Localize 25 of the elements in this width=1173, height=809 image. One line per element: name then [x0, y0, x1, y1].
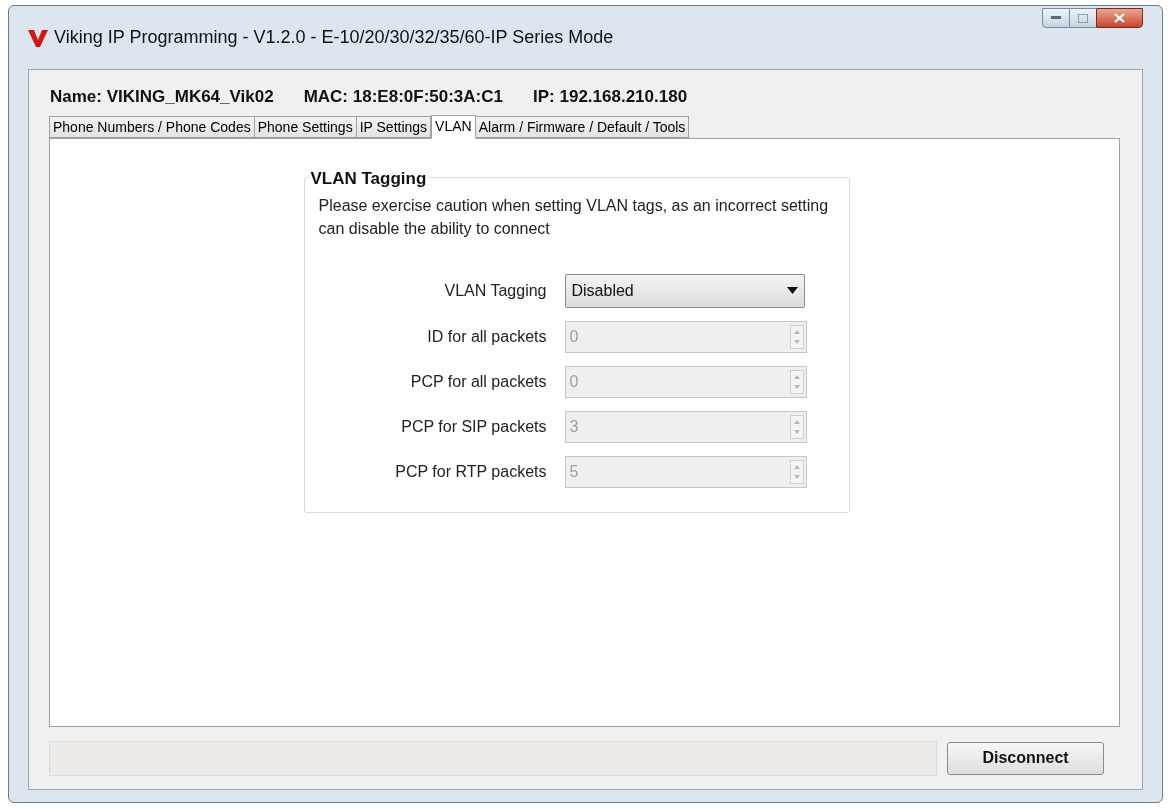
tab[interactable]: IP Settings — [355, 115, 432, 138]
device-info-text: MAC: 18:E8:0F:50:3A:C1 — [303, 86, 503, 108]
close-icon — [1114, 13, 1125, 23]
field-label: PCP for SIP packets — [400, 416, 547, 437]
tab[interactable]: Phone Numbers / Phone Codes — [49, 115, 255, 138]
field-label: ID for all packets — [426, 326, 547, 347]
disconnect-button[interactable]: Disconnect — [947, 741, 1104, 775]
device-info-text: Name: VIKING_MK64_Vik02 — [50, 86, 274, 108]
vlan-tagging-dropdown[interactable]: Disabled — [564, 273, 805, 308]
device-info-text: IP: 192.168.210.180 — [533, 86, 688, 108]
close-button[interactable] — [1096, 8, 1143, 28]
warning-text: Please exercise caution when setting VLAN tags, as an incorrect setting can disable the ability to connect — [318, 195, 829, 239]
field-label: VLAN Tagging — [443, 280, 547, 301]
maximize-icon — [1078, 13, 1088, 23]
minimize-button[interactable] — [1042, 8, 1070, 28]
dropdown-arrow-icon — [786, 287, 798, 294]
minimize-icon — [1051, 16, 1061, 20]
maximize-button[interactable] — [1070, 8, 1096, 28]
app-logo-icon — [28, 27, 48, 48]
window-title: Viking IP Programming - V1.2.0 - E-10/20/30/32/35/60-IP Series Mode — [54, 26, 614, 49]
tab[interactable]: VLAN — [431, 114, 476, 139]
tab[interactable]: Alarm / Firmware / Default / Tools — [474, 115, 690, 138]
tab[interactable]: Phone Settings — [253, 115, 357, 138]
field-label: PCP for all packets — [409, 371, 547, 392]
field-label: PCP for RTP packets — [394, 461, 547, 482]
